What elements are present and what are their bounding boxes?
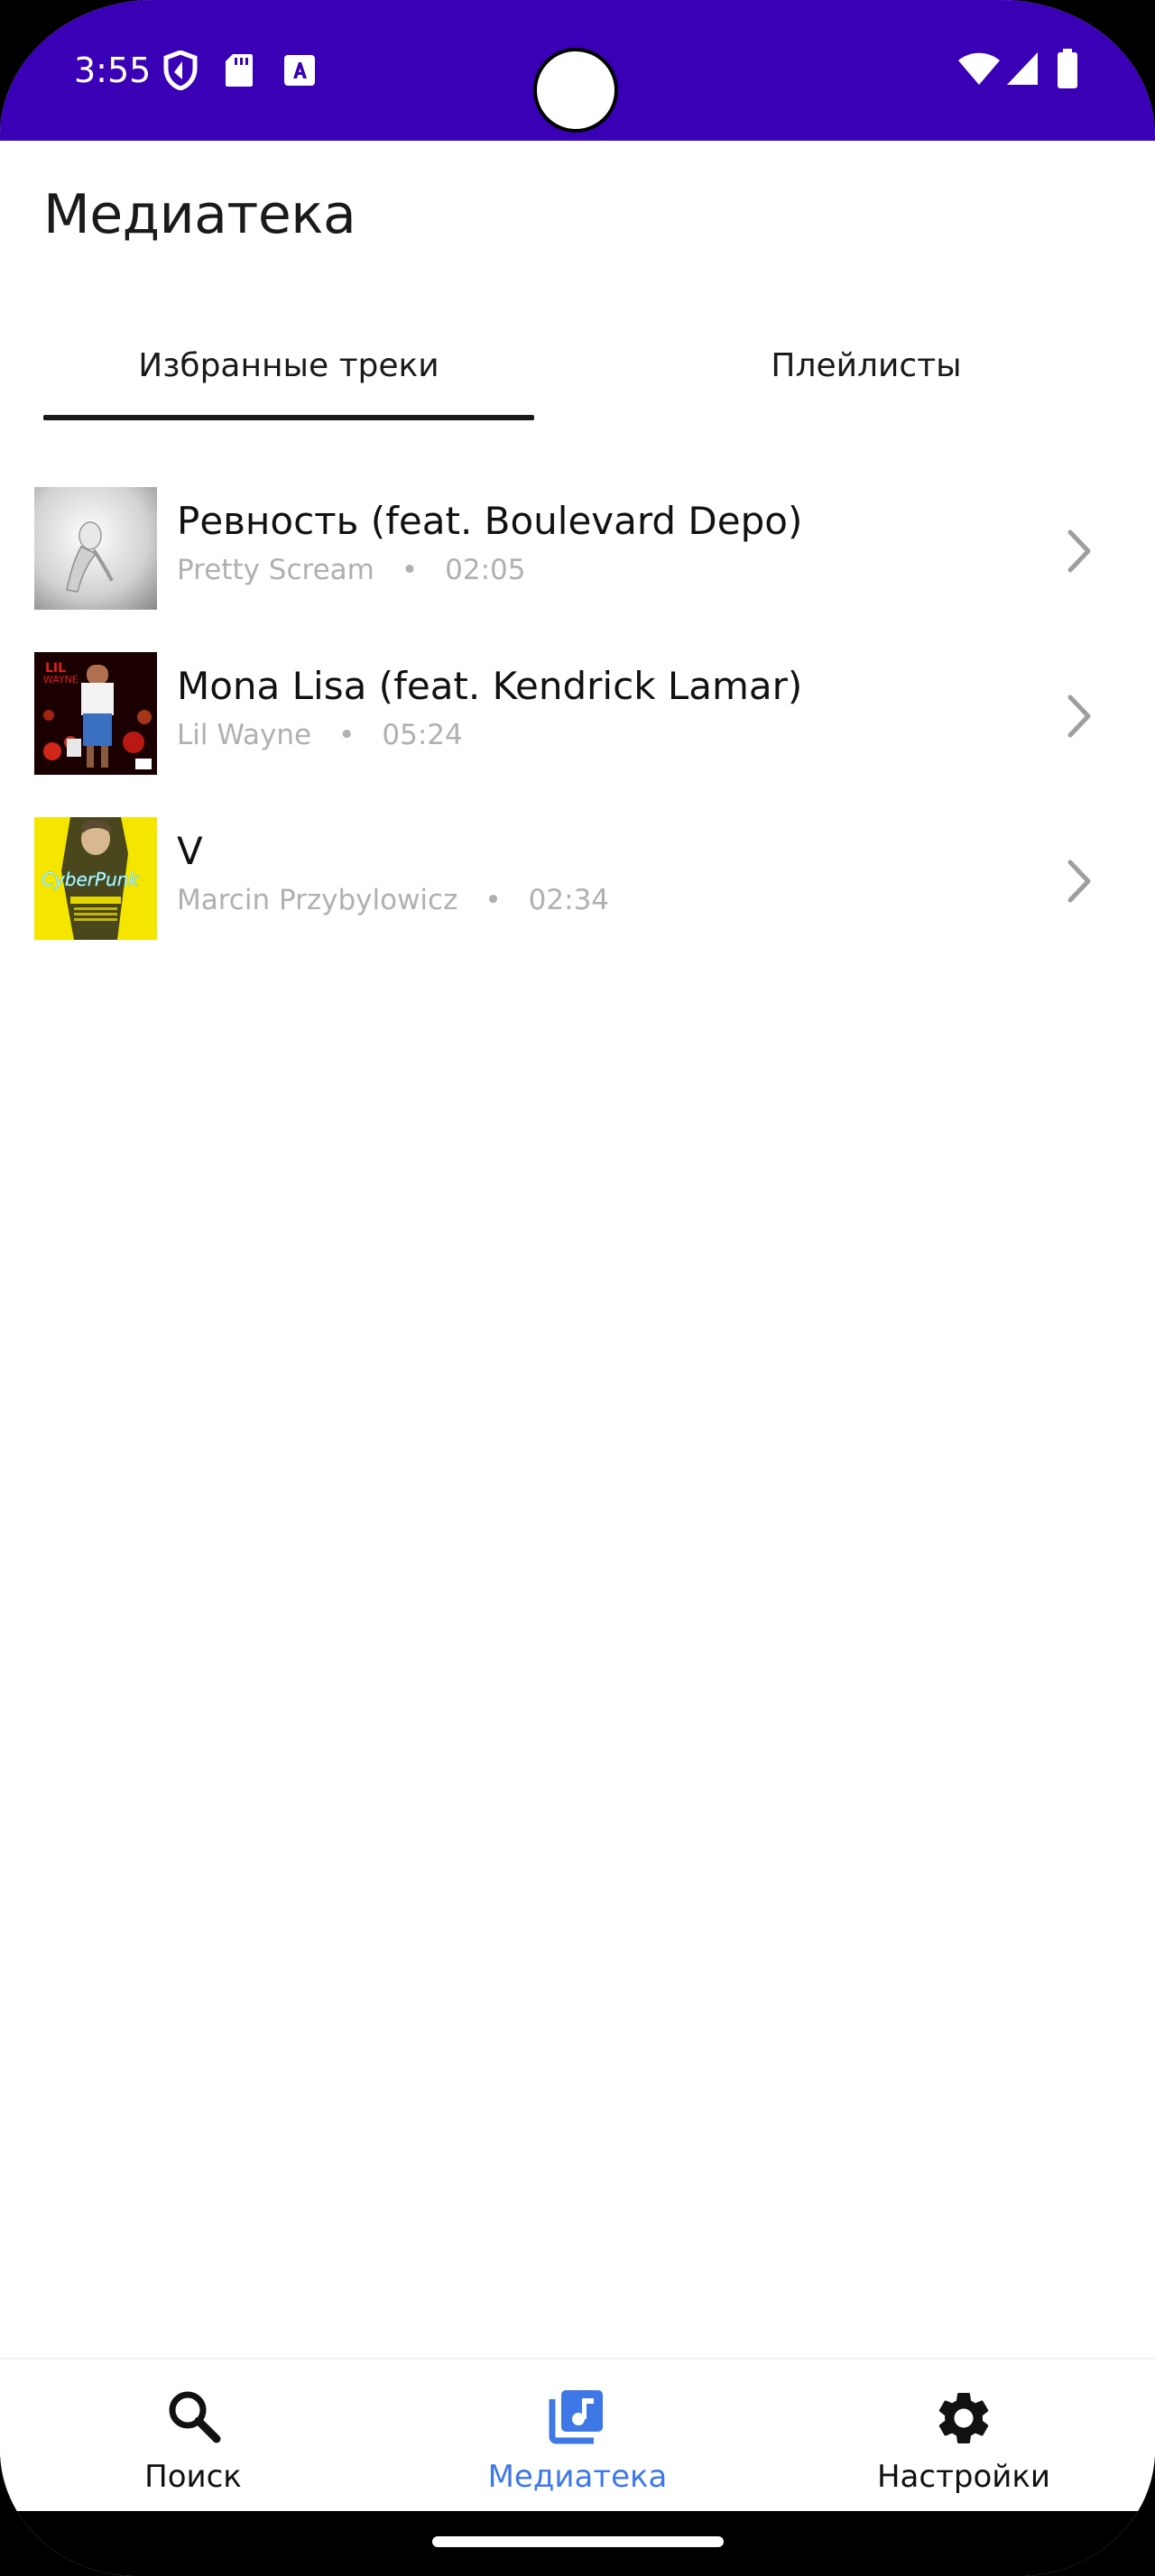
app-screen: 3:55 Медиатека Избранные треки Плейлисты… <box>0 0 1155 2576</box>
track-title: Mona Lisa (feat. Kendrick Lamar) <box>177 664 803 708</box>
separator-dot: • <box>401 554 419 586</box>
track-meta: Lil Wayne • 05:24 <box>177 717 463 753</box>
track-duration: 05:24 <box>382 719 463 751</box>
album-cover-image: LIL WAYNE <box>34 652 157 775</box>
chevron-right-icon <box>1067 695 1091 738</box>
home-indicator[interactable] <box>432 2536 724 2547</box>
wifi-icon <box>958 52 1000 85</box>
separator-dot: • <box>485 884 502 916</box>
album-cover-image <box>34 487 157 610</box>
track-row[interactable]: LIL WAYNE Mona Lisa (feat. Kendrick Lama… <box>0 643 1155 778</box>
svg-text:WAYNE: WAYNE <box>43 674 79 685</box>
nav-item-search[interactable]: Поиск <box>58 2360 328 2513</box>
tab-favorite-tracks[interactable]: Избранные треки <box>43 307 534 424</box>
track-artist: Lil Wayne <box>177 719 312 751</box>
track-duration: 02:05 <box>445 554 526 586</box>
track-row[interactable]: Ревность (feat. Boulevard Depo) Pretty S… <box>0 478 1155 613</box>
active-tab-indicator <box>43 415 534 420</box>
tab-label: Плейлисты <box>771 346 962 384</box>
bottom-navigation: Поиск Медиатека Настройки <box>0 2358 1155 2513</box>
front-camera <box>533 48 618 133</box>
cell-signal-icon <box>1007 52 1038 85</box>
separator-dot: • <box>338 719 356 751</box>
tab-bar: Избранные треки Плейлисты <box>0 307 1155 424</box>
font-a-icon <box>284 55 315 86</box>
svg-text:CyberPunk: CyberPunk <box>42 869 140 890</box>
nav-item-library[interactable]: Медиатека <box>442 2360 713 2513</box>
device-frame: 3:55 Медиатека Избранные треки Плейлисты… <box>0 0 1155 2576</box>
album-cover-image: CyberPunk <box>34 817 157 940</box>
sd-card-icon <box>226 54 253 87</box>
chevron-right-icon <box>1067 860 1091 903</box>
page-title: Медиатека <box>43 183 356 246</box>
track-meta: Pretty Scream • 02:05 <box>177 552 526 588</box>
search-icon <box>169 2391 221 2443</box>
track-row[interactable]: CyberPunk V Marcin Przybylowicz • 02:34 <box>0 808 1155 943</box>
track-meta: Marcin Przybylowicz • 02:34 <box>177 882 609 918</box>
track-duration: 02:34 <box>528 884 610 916</box>
status-bar: 3:55 <box>0 0 1155 141</box>
music-library-icon <box>549 2390 603 2444</box>
nav-label: Настройки <box>876 2459 1050 2495</box>
nav-label: Медиатека <box>487 2459 668 2495</box>
gear-icon <box>938 2393 989 2443</box>
status-time: 3:55 <box>74 51 152 90</box>
track-artist: Marcin Przybylowicz <box>177 884 458 916</box>
nav-item-settings[interactable]: Настройки <box>828 2360 1099 2513</box>
tab-label: Избранные треки <box>138 346 439 384</box>
shield-icon <box>163 51 198 90</box>
battery-icon <box>1058 49 1077 88</box>
track-artist: Pretty Scream <box>177 554 374 586</box>
track-title: V <box>177 829 203 873</box>
track-title: Ревность (feat. Boulevard Depo) <box>177 499 803 543</box>
chevron-right-icon <box>1067 529 1091 573</box>
tab-playlists[interactable]: Плейлисты <box>623 307 1110 424</box>
nav-label: Поиск <box>144 2459 242 2495</box>
